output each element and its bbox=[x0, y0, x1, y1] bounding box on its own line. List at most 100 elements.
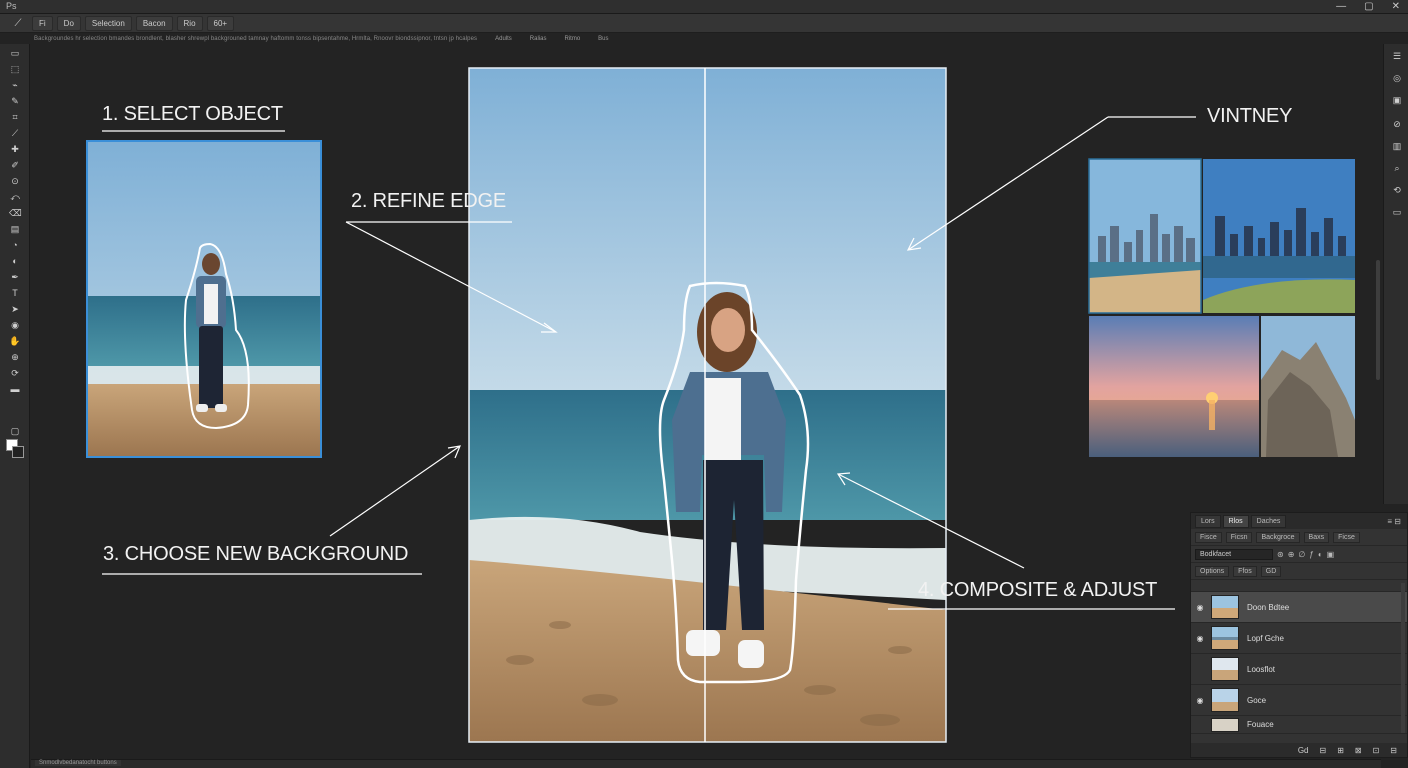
canvas-scrollbar[interactable] bbox=[1376, 260, 1380, 380]
brush-tool-icon[interactable]: ⟋ bbox=[8, 18, 28, 29]
lock-position-icon[interactable]: ⊕ bbox=[1288, 550, 1295, 559]
mask-icon[interactable]: ◐ bbox=[1318, 550, 1323, 559]
layer-row[interactable]: Fouace bbox=[1191, 716, 1407, 734]
layer-thumbnail bbox=[1211, 717, 1239, 732]
properties-panel-icon[interactable]: ▣ bbox=[1390, 94, 1404, 106]
option-ritmo[interactable]: Ritmo bbox=[564, 36, 580, 42]
fx-icon[interactable]: ƒ bbox=[1309, 550, 1313, 559]
healing-tool-icon[interactable]: ✚ bbox=[9, 144, 21, 155]
eraser-tool-icon[interactable]: ⌫ bbox=[9, 208, 22, 219]
options-description: Backgroundes hr selection bmandes brondl… bbox=[34, 36, 478, 42]
menu-bar: ⟋ Fi Do Selection Bacon Rio 60+ bbox=[0, 14, 1408, 33]
marquee-tool-icon[interactable]: ⬚ bbox=[9, 64, 21, 75]
blur-tool-icon[interactable]: ◔ bbox=[9, 240, 21, 251]
history-brush-icon[interactable]: ⤺ bbox=[9, 192, 21, 203]
filter-ficsn[interactable]: Ficsn bbox=[1225, 531, 1253, 543]
step-4-label: 4. COMPOSITE & ADJUST bbox=[918, 579, 1158, 601]
hand-tool-icon[interactable]: ✋ bbox=[9, 336, 21, 347]
shape-tool-icon[interactable]: ◉ bbox=[9, 320, 21, 331]
background-color-swatch[interactable] bbox=[12, 446, 24, 458]
layer-row[interactable] bbox=[1191, 580, 1407, 592]
clone-tool-icon[interactable]: ⊙ bbox=[9, 176, 21, 187]
option-adults[interactable]: Adults bbox=[495, 36, 512, 42]
add-style-button[interactable]: ⊟ bbox=[1319, 746, 1326, 755]
lock-pixels-icon[interactable]: ⊛ bbox=[1277, 550, 1284, 559]
maximize-button[interactable]: ▢ bbox=[1364, 0, 1373, 13]
gradient-tool-icon[interactable]: ▤ bbox=[9, 224, 21, 235]
layers-scrollbar[interactable] bbox=[1401, 583, 1405, 733]
link-layers-button[interactable]: Gd bbox=[1298, 746, 1309, 755]
menu-item-bacon[interactable]: Bacon bbox=[135, 15, 173, 31]
canvas-area[interactable] bbox=[31, 44, 1381, 759]
zoom-panel-icon[interactable]: ⌕ bbox=[1390, 162, 1404, 174]
step-2-label: 2. REFINE EDGE bbox=[351, 190, 507, 212]
history-panel-icon[interactable]: ☰ bbox=[1390, 50, 1404, 62]
brush-panel-icon[interactable]: ⟲ bbox=[1390, 184, 1404, 196]
option-ralias[interactable]: Ralias bbox=[530, 36, 547, 42]
layer-thumbnail bbox=[1211, 595, 1239, 619]
filter-ficse[interactable]: Ficse bbox=[1333, 531, 1360, 543]
note-tool-icon[interactable]: ▬ bbox=[9, 384, 21, 395]
path-select-icon[interactable]: ➤ bbox=[9, 304, 21, 315]
add-mask-button[interactable]: ⊞ bbox=[1337, 746, 1344, 755]
options-bar: Backgroundes hr selection bmandes brondl… bbox=[30, 34, 1380, 44]
filter-backgroce[interactable]: Backgroce bbox=[1256, 531, 1300, 543]
swatches-panel-icon[interactable]: ▭ bbox=[1390, 206, 1404, 218]
layer-row[interactable]: Loosflot bbox=[1191, 654, 1407, 685]
layer-options[interactable]: Options bbox=[1195, 565, 1230, 577]
status-bar: Snmodlvbedanatocht buttons bbox=[31, 759, 1381, 768]
move-tool-icon[interactable]: ▭ bbox=[9, 48, 21, 59]
pen-tool-icon[interactable]: ✒ bbox=[9, 272, 21, 283]
photo-editor-window: Ps — ▢ ✕ ⟋ Fi Do Selection Bacon Rio 60+… bbox=[0, 0, 1408, 768]
layers-blend-row: Bodkfacet ⊛ ⊕ ∅ ƒ ◐ ▣ bbox=[1191, 546, 1407, 563]
layer-gd[interactable]: GD bbox=[1260, 565, 1282, 577]
libraries-panel-icon[interactable]: ▥ bbox=[1390, 140, 1404, 152]
option-bus[interactable]: Bus bbox=[598, 36, 608, 42]
search-panel-icon[interactable]: ⊘ bbox=[1390, 118, 1404, 130]
eyedropper-tool-icon[interactable]: ⟋ bbox=[9, 128, 21, 139]
title-bar: Ps — ▢ ✕ bbox=[0, 0, 1408, 14]
new-adjustment-button[interactable]: ⊠ bbox=[1355, 746, 1362, 755]
quick-mask-icon[interactable]: ▢ bbox=[9, 426, 21, 437]
right-panel-dock: ☰ ◎ ▣ ⊘ ▥ ⌕ ⟲ ▭ bbox=[1383, 44, 1408, 504]
blend-mode-select[interactable]: Bodkfacet bbox=[1195, 548, 1273, 560]
tab-rlos[interactable]: Rlos bbox=[1222, 514, 1249, 528]
visibility-eye-icon[interactable]: ◉ bbox=[1191, 696, 1209, 705]
layer-name: Goce bbox=[1247, 695, 1267, 705]
delete-layer-button[interactable]: ⊟ bbox=[1390, 746, 1397, 755]
panel-menu-icon[interactable]: ≡ ⊟ bbox=[1387, 517, 1401, 526]
layer-ffos[interactable]: Ffos bbox=[1233, 565, 1257, 577]
group-icon[interactable]: ▣ bbox=[1327, 550, 1335, 559]
dodge-tool-icon[interactable]: ◐ bbox=[9, 256, 21, 267]
new-layer-button[interactable]: ⊡ bbox=[1373, 746, 1380, 755]
layers-panel: Lors Rlos Daches ≡ ⊟ Fisce Ficsn Backgro… bbox=[1190, 512, 1408, 758]
type-tool-icon[interactable]: T bbox=[9, 288, 21, 299]
visibility-eye-icon[interactable]: ◉ bbox=[1191, 634, 1209, 643]
lasso-tool-icon[interactable]: ⌁ bbox=[9, 80, 21, 91]
layer-row[interactable]: ◉ Goce bbox=[1191, 685, 1407, 716]
layer-row[interactable]: ◉ Doon Bdtee bbox=[1191, 592, 1407, 623]
close-button[interactable]: ✕ bbox=[1392, 0, 1400, 13]
crop-tool-icon[interactable]: ⌗ bbox=[9, 112, 21, 123]
step-3-label: 3. CHOOSE NEW BACKGROUND bbox=[103, 543, 409, 565]
layer-row[interactable]: ◉ Lopf Gche bbox=[1191, 623, 1407, 654]
filter-baxs[interactable]: Baxs bbox=[1303, 531, 1330, 543]
menu-item-file[interactable]: Fi bbox=[32, 15, 53, 31]
link-icon[interactable]: ∅ bbox=[1298, 550, 1305, 559]
brush-tool-icon[interactable]: ✐ bbox=[9, 160, 21, 171]
menu-item-60[interactable]: 60+ bbox=[206, 15, 235, 31]
menu-item-document[interactable]: Do bbox=[56, 15, 81, 31]
rotate-tool-icon[interactable]: ⟳ bbox=[9, 368, 21, 379]
menu-item-rio[interactable]: Rio bbox=[176, 15, 203, 31]
tab-daches[interactable]: Daches bbox=[1250, 514, 1287, 528]
zoom-tool-icon[interactable]: ⊕ bbox=[9, 352, 21, 363]
layer-name: Lopf Gche bbox=[1247, 633, 1284, 643]
minimize-button[interactable]: — bbox=[1336, 0, 1346, 13]
quick-select-tool-icon[interactable]: ✎ bbox=[9, 96, 21, 107]
tab-layers[interactable]: Lors bbox=[1195, 514, 1221, 528]
filter-fisce[interactable]: Fisce bbox=[1195, 531, 1222, 543]
menu-item-selection[interactable]: Selection bbox=[84, 15, 132, 31]
visibility-eye-icon[interactable]: ◉ bbox=[1191, 603, 1209, 612]
adjustments-panel-icon[interactable]: ◎ bbox=[1390, 72, 1404, 84]
layer-name: Loosflot bbox=[1247, 664, 1276, 674]
